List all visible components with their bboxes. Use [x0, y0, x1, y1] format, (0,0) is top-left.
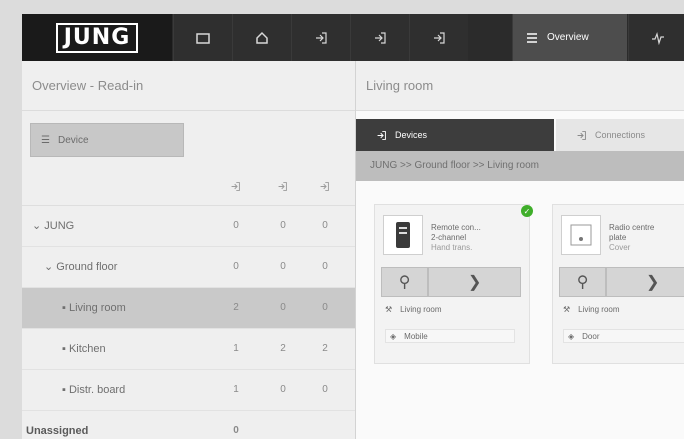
pulse-icon — [652, 31, 664, 45]
card-actions: ⚲ ❯ — [559, 267, 684, 297]
tree-row-label: ▪ Kitchen — [62, 343, 106, 355]
remote-icon — [396, 222, 410, 248]
count-value: 0 — [280, 220, 286, 231]
tab-devices-label: Devices — [395, 130, 428, 140]
nav-folder-button[interactable] — [173, 14, 232, 61]
count-value: 0 — [233, 425, 239, 436]
tag-icon: ◈ — [390, 331, 397, 341]
login-icon — [316, 31, 327, 44]
next-button[interactable]: ❯ — [428, 267, 521, 297]
card-tag: ◈ Mobile — [385, 329, 515, 343]
right-panel-title: Living room — [356, 61, 684, 111]
remote-control-image — [383, 215, 423, 255]
jung-logo: JUNG — [22, 14, 172, 61]
login-icon — [231, 182, 240, 191]
count-value: 2 — [322, 343, 328, 354]
status-ok-icon: ✓ — [521, 205, 533, 217]
left-panel: Overview - Read-in ☰ Device ⌄ JUNG 0 0 0… — [22, 61, 356, 439]
card-location: ⚒ Living room — [385, 305, 442, 314]
count-value: 2 — [233, 302, 239, 313]
card-tag: ◈ Door — [563, 329, 684, 343]
radio-plate-image — [561, 215, 601, 255]
login-icon — [320, 182, 329, 191]
count-value: 0 — [322, 220, 328, 231]
count-value: 0 — [233, 261, 239, 272]
count-value: 1 — [233, 384, 239, 395]
count-value: 2 — [280, 343, 286, 354]
login-icon — [375, 31, 386, 44]
chevron-down-icon: ⌄ — [44, 261, 54, 273]
tree-row-living-room[interactable]: ▪ Living room 2 0 0 — [22, 288, 355, 329]
left-panel-title: Overview - Read-in — [22, 61, 355, 111]
tree-row-label: ⌄ Ground floor — [44, 261, 118, 273]
chevron-down-icon: ⌄ — [32, 220, 42, 232]
login-icon — [434, 31, 445, 44]
tree-row-kitchen[interactable]: ▪ Kitchen 1 2 2 — [22, 329, 355, 370]
tree-row-label: ▪ Distr. board — [62, 384, 126, 396]
card-actions: ⚲ ❯ — [381, 267, 521, 297]
tab-devices[interactable]: Devices — [356, 119, 554, 151]
count-value: 0 — [280, 384, 286, 395]
tree-header — [22, 169, 355, 206]
device-card-title: Remote con... 2-channel Hand trans. — [431, 223, 481, 252]
plate-icon — [570, 224, 592, 246]
tree-row-label: Unassigned — [26, 425, 89, 437]
count-value: 0 — [280, 261, 286, 272]
nav-login-button-1[interactable] — [291, 14, 350, 61]
tree-row-label: ▪ Living room — [62, 302, 126, 314]
count-value: 0 — [233, 220, 239, 231]
tab-connections[interactable]: Connections — [556, 119, 684, 151]
nav-pulse-button[interactable] — [628, 14, 684, 61]
count-value: 0 — [280, 302, 286, 313]
search-icon: ⚲ — [576, 274, 589, 291]
tree-row-distr-board[interactable]: ▪ Distr. board 1 0 0 — [22, 370, 355, 411]
nav-overview-button[interactable]: Overview — [512, 14, 627, 61]
count-value: 0 — [322, 384, 328, 395]
count-value: 1 — [233, 343, 239, 354]
folder-icon — [196, 32, 210, 44]
chevron-right-icon: ❯ — [645, 274, 660, 291]
search-button[interactable]: ⚲ — [559, 267, 607, 297]
tree-row-label: ⌄ JUNG — [32, 220, 75, 232]
login-icon — [377, 130, 386, 140]
list-icon: ☰ — [41, 134, 50, 146]
next-button[interactable]: ❯ — [606, 267, 684, 297]
top-navigation: JUNG Overview — [22, 14, 684, 61]
right-panel: Living room Devices Connections JUNG >> … — [356, 61, 684, 439]
chevron-right-icon: ❯ — [467, 274, 482, 291]
device-card-title: Radio centre plate Cover — [609, 223, 655, 252]
home-icon — [256, 31, 268, 44]
device-card[interactable]: Radio centre plate Cover ⚲ ❯ ⚒ Living ro… — [552, 204, 684, 364]
tree-row-ground-floor[interactable]: ⌄ Ground floor 0 0 0 — [22, 247, 355, 288]
wrench-icon: ⚒ — [385, 305, 393, 314]
tab-connections-label: Connections — [595, 130, 646, 140]
device-button[interactable]: ☰ Device — [30, 123, 184, 157]
search-icon: ⚲ — [398, 274, 411, 291]
nav-login-button-2[interactable] — [350, 14, 409, 61]
breadcrumb: JUNG >> Ground floor >> Living room — [356, 151, 684, 181]
search-button[interactable]: ⚲ — [381, 267, 429, 297]
nav-home-button[interactable] — [232, 14, 291, 61]
login-icon — [278, 182, 287, 191]
count-value: 0 — [322, 302, 328, 313]
login-icon — [577, 130, 586, 140]
wrench-icon: ⚒ — [563, 305, 571, 314]
tag-icon: ◈ — [568, 331, 575, 341]
count-value: 0 — [322, 261, 328, 272]
app-window: JUNG Overview Overview - Read-in ☰ Devic… — [22, 14, 684, 439]
device-card[interactable]: Remote con... 2-channel Hand trans. ✓ ⚲ … — [374, 204, 533, 364]
list-icon — [527, 32, 537, 43]
device-button-label: Device — [57, 134, 89, 146]
card-location: ⚒ Living room — [563, 305, 620, 314]
nav-login-button-3[interactable] — [409, 14, 468, 61]
tree-row-unassigned[interactable]: Unassigned 0 — [22, 411, 355, 439]
nav-overview-label: Overview — [547, 32, 589, 43]
tree-row-jung[interactable]: ⌄ JUNG 0 0 0 — [22, 206, 355, 247]
